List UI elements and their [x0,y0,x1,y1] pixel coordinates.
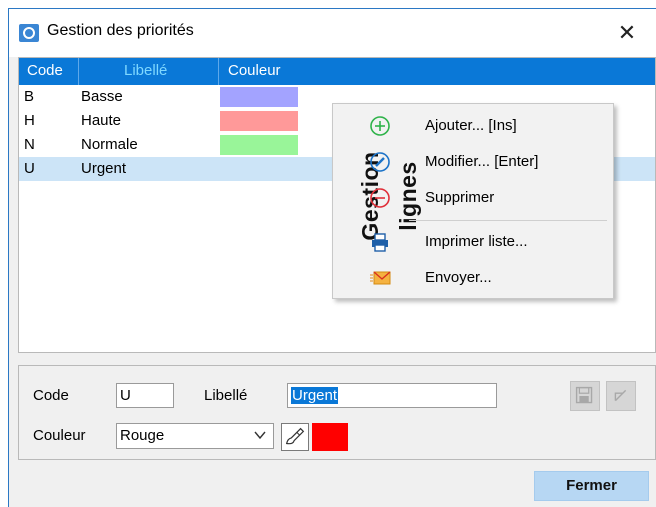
menu-item-label: Modifier... [Enter] [425,153,539,170]
couleur-label: Couleur [33,427,86,444]
row-color-swatch [220,135,298,155]
row-code: N [24,136,35,153]
mail-icon [370,271,391,285]
couleur-select-value: Rouge [120,427,165,444]
remove-icon [370,188,390,208]
add-icon [370,116,390,136]
paintbrush-icon [285,427,305,445]
menu-item-label: Envoyer... [425,269,492,286]
menu-item-imprimer[interactable]: Imprimer liste... [369,225,609,259]
row-libelle: Haute [81,112,122,129]
row-color-swatch [220,87,298,107]
code-field[interactable]: U [116,383,174,408]
row-code: B [24,88,35,105]
menu-item-label: Imprimer liste... [425,233,528,250]
column-header-couleur[interactable]: Couleur [228,58,281,85]
menu-separator [409,220,607,221]
menu-item-supprimer[interactable]: Supprimer [369,181,609,215]
menu-item-label: Supprimer [425,189,495,206]
save-button[interactable] [570,381,600,411]
undo-button[interactable] [606,381,636,411]
menu-item-ajouter[interactable]: Ajouter... [Ins] [369,109,609,143]
context-menu: Gestion lignes Ajouter... [Ins] Modifier… [332,103,614,299]
row-libelle: Urgent [81,160,127,177]
color-swatch [312,423,348,451]
undo-icon [614,389,627,402]
couleur-select[interactable]: Rouge [116,423,274,449]
libelle-field-value: Urgent [291,387,339,404]
close-icon[interactable]: ✕ [613,21,641,45]
menu-item-envoyer[interactable]: Envoyer... [369,261,609,295]
title-bar: Gestion des priorités ✕ [9,9,656,57]
close-button[interactable]: Fermer [534,471,649,501]
dialog-window: Gestion des priorités ✕ Code Libellé Cou… [8,8,656,507]
app-icon [19,24,39,42]
code-label: Code [33,387,69,404]
save-icon [575,386,593,404]
menu-item-label: Ajouter... [Ins] [425,117,517,134]
column-header-libelle[interactable]: Libellé [124,58,167,85]
grid-header: Code Libellé Couleur [19,58,655,85]
libelle-label: Libellé [204,387,248,404]
row-color-swatch [220,111,298,131]
libelle-field[interactable]: Urgent [287,383,497,408]
edit-form: Code U Libellé Urgent Couleur Rouge [18,365,656,460]
column-header-code[interactable]: Code [27,58,63,85]
row-code: U [24,160,35,177]
color-picker-button[interactable] [281,423,309,451]
window-title: Gestion des priorités [47,22,194,39]
row-code: H [24,112,35,129]
row-libelle: Normale [81,136,138,153]
row-libelle: Basse [81,88,123,105]
menu-item-modifier[interactable]: Modifier... [Enter] [369,145,609,179]
chevron-down-icon [254,431,266,440]
printer-icon [372,233,388,252]
edit-icon [370,152,390,172]
